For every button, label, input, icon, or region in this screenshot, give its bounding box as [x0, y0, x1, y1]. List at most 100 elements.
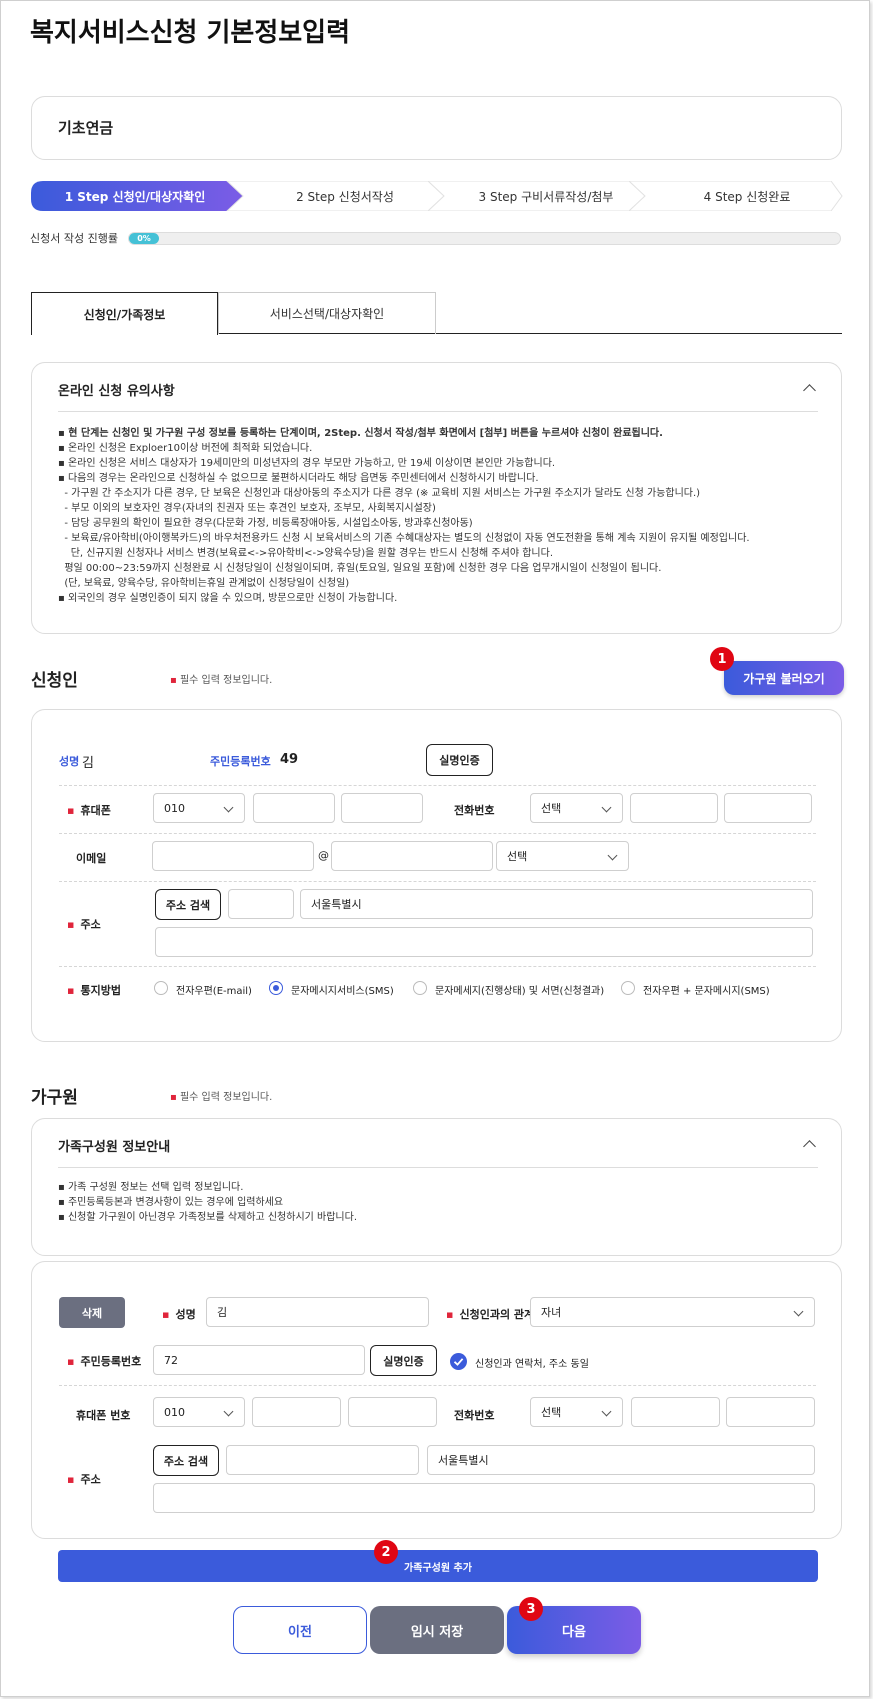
- notice-line: ▪ 가족 구성원 정보는 선택 입력 정보입니다.: [58, 1182, 244, 1193]
- temp-save-button[interactable]: 임시 저장: [370, 1606, 504, 1654]
- service-card: [31, 96, 842, 160]
- mobile-last-input[interactable]: [341, 793, 423, 823]
- household-required-note-text: 필수 입력 정보입니다.: [179, 1092, 273, 1103]
- notify-option-label: 전자우편(E-mail): [176, 986, 252, 997]
- progress-label: 신청서 작성 진행률: [30, 232, 118, 245]
- notice-title: 온라인 신청 유의사항: [58, 384, 175, 399]
- add-member-button[interactable]: 가족구성원 추가: [58, 1550, 818, 1582]
- phone-middle-input[interactable]: [630, 793, 718, 823]
- notify-option-label: 문자메시지서비스(SMS): [291, 986, 394, 997]
- member-address-label-text: 주소: [80, 1473, 101, 1486]
- member-mobile-label: 휴대폰 번호: [76, 1409, 131, 1422]
- phone-last-input[interactable]: [724, 793, 812, 823]
- notice-line: ▪ 신청할 가구원이 아닌경우 가족정보를 삭제하고 신청하시기 바랍니다.: [58, 1212, 358, 1223]
- name-value: 김: [82, 756, 94, 771]
- notify-radio-email[interactable]: [154, 981, 168, 995]
- relation-select[interactable]: 자녀: [530, 1297, 815, 1327]
- divider: [59, 966, 816, 967]
- step-3[interactable]: 3 Step 구비서류작성/첨부: [446, 181, 646, 211]
- relation-label-text: 신청인과의 관계: [459, 1308, 535, 1321]
- step-2[interactable]: 2 Step 신청서작성: [245, 181, 445, 211]
- divider: [59, 833, 816, 834]
- notice-line: 평일 00:00~23:59까지 신청완료 시 신청당일이 신청일이되며, 휴일…: [58, 563, 662, 574]
- badge-2: 2: [374, 1540, 398, 1564]
- notify-option-label: 문자메세지(진행상태) 및 서면(신청결과): [435, 986, 605, 997]
- member-mobile-prefix-select[interactable]: 010: [153, 1397, 245, 1427]
- applicant-section-title: 신청인: [31, 671, 78, 691]
- notice-line: ▪ 온라인 신청은 Exploer10이상 버전에 최적화 되었습니다.: [58, 443, 313, 454]
- divider: [59, 785, 816, 786]
- mobile-label-text: 휴대폰: [80, 804, 111, 817]
- verify-button[interactable]: 실명인증: [426, 744, 493, 776]
- address-search-button[interactable]: 주소 검색: [155, 889, 221, 920]
- notify-option-label: 전자우편 + 문자메시지(SMS): [643, 986, 770, 997]
- mobile-middle-input[interactable]: [253, 793, 335, 823]
- tab-applicant-family[interactable]: 신청인/가족정보: [31, 292, 218, 335]
- email-domain-input[interactable]: [331, 841, 493, 871]
- household-info-title: 가족구성원 정보안내: [58, 1140, 171, 1155]
- name-label: 성명: [59, 755, 80, 768]
- email-domain-select[interactable]: 선택: [496, 841, 629, 871]
- step-1[interactable]: 1 Step 신청인/대상자확인: [45, 181, 225, 211]
- divider: [59, 881, 816, 882]
- member-name-label: ▪ 성명: [162, 1308, 196, 1321]
- member-phone-middle-input[interactable]: [631, 1397, 720, 1427]
- notify-label: ▪ 통지방법: [67, 984, 121, 997]
- load-family-button[interactable]: 가구원 불러오기: [724, 661, 844, 695]
- member-mobile-middle-input[interactable]: [252, 1397, 341, 1427]
- address-input[interactable]: 서울특별시: [300, 889, 813, 919]
- notify-radio-sms[interactable]: [269, 981, 283, 995]
- member-verify-button[interactable]: 실명인증: [370, 1345, 437, 1376]
- progress-fill: 0%: [129, 233, 159, 244]
- notice-line: (단, 보육료, 양육수당, 유아학비는휴일 관계없이 신청당일이 신청일): [58, 578, 350, 589]
- same-contact-label: 신청인과 연락처, 주소 동일: [475, 1359, 589, 1370]
- notice-line: ▪ 다음의 경우는 온라인으로 신청하실 수 없으므로 불편하시더라도 해당 읍…: [58, 473, 539, 484]
- tab-service-select[interactable]: 서비스선택/대상자확인: [218, 292, 436, 334]
- zipcode-input[interactable]: [228, 889, 294, 919]
- member-address-search-button[interactable]: 주소 검색: [153, 1445, 219, 1476]
- member-address-input[interactable]: 서울특별시: [427, 1445, 815, 1475]
- notify-radio-email-sms[interactable]: [621, 981, 635, 995]
- page-title: 복지서비스신청 기본정보입력: [30, 18, 351, 48]
- check-circle-icon[interactable]: [450, 1353, 467, 1370]
- member-rrn-label-text: 주민등록번호: [80, 1355, 142, 1368]
- member-address-detail-input[interactable]: [153, 1483, 815, 1513]
- address-label-text: 주소: [80, 918, 101, 931]
- mobile-prefix-select[interactable]: 010: [153, 793, 245, 823]
- required-note: ▪ 필수 입력 정보입니다.: [170, 675, 273, 686]
- notify-radio-sms-paper[interactable]: [413, 981, 427, 995]
- required-note-text: 필수 입력 정보입니다.: [179, 675, 273, 686]
- member-name-input[interactable]: 김: [206, 1297, 429, 1327]
- delete-member-button[interactable]: 삭제: [59, 1297, 125, 1328]
- member-phone-label: 전화번호: [454, 1409, 495, 1422]
- household-required-note: ▪ 필수 입력 정보입니다.: [170, 1092, 273, 1103]
- member-address-label: ▪ 주소: [67, 1473, 101, 1486]
- notice-line: - 부모 이외의 보호자인 경우(자녀의 친권자 또는 후견인 보호자, 조부모…: [58, 503, 436, 514]
- notify-label-text: 통지방법: [80, 984, 121, 997]
- member-mobile-last-input[interactable]: [348, 1397, 437, 1427]
- rrn-value: 49: [280, 752, 299, 767]
- notice-list: ▪ 현 단계는 신청인 및 가구원 구성 정보를 등록하는 단계이며, 2Ste…: [58, 426, 750, 606]
- notice-divider: [58, 411, 818, 412]
- divider: [59, 1385, 816, 1386]
- notice-line: ▪ 현 단계는 신청인 및 가구원 구성 정보를 등록하는 단계이며, 2Ste…: [58, 428, 663, 439]
- member-phone-prefix-select[interactable]: 선택: [530, 1397, 623, 1427]
- member-rrn-input[interactable]: 72: [153, 1345, 365, 1375]
- phone-prefix-select[interactable]: 선택: [530, 793, 623, 823]
- rrn-label: 주민등록번호: [210, 755, 271, 768]
- notice-line: - 가구원 간 주소지가 다른 경우, 단 보육은 신청인과 대상아동의 주소지…: [58, 488, 701, 499]
- email-at: @: [318, 849, 329, 862]
- member-zipcode-input[interactable]: [226, 1445, 419, 1475]
- member-phone-last-input[interactable]: [726, 1397, 815, 1427]
- email-label: 이메일: [76, 852, 107, 865]
- address-detail-input[interactable]: [155, 927, 813, 957]
- prev-button[interactable]: 이전: [233, 1606, 367, 1654]
- step-4[interactable]: 4 Step 신청완료: [647, 181, 847, 211]
- household-section-title: 가구원: [31, 1088, 78, 1108]
- email-id-input[interactable]: [152, 841, 314, 871]
- member-name-label-text: 성명: [175, 1308, 196, 1321]
- notice-line: ▪ 외국인의 경우 실명인증이 되지 않을 수 있으며, 방문으로만 신청이 가…: [58, 593, 398, 604]
- notice-line: ▪ 온라인 신청은 서비스 대상자가 19세미만의 미성년자의 경우 부모만 가…: [58, 458, 556, 469]
- household-info-divider: [58, 1167, 818, 1168]
- notice-line: ▪ 주민등록등본과 변경사항이 있는 경우에 입력하세요: [58, 1197, 284, 1208]
